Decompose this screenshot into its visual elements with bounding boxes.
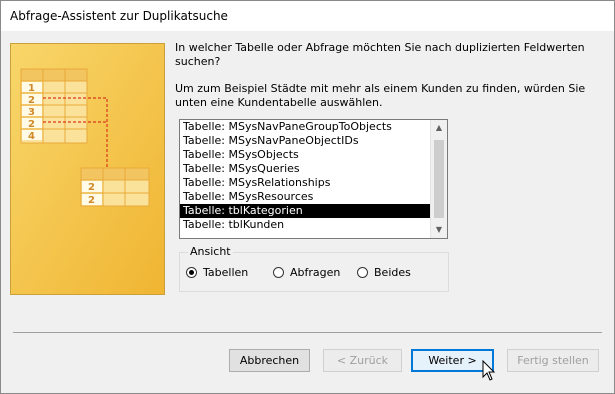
illus-bottom-table: 2 2: [80, 167, 150, 207]
window-title: Abfrage-Assistent zur Duplikatsuche: [10, 9, 228, 23]
illus-top-row-2: 2: [28, 95, 35, 106]
table-list-items: Tabelle: MSysNavPaneGroupToObjects Tabel…: [180, 120, 430, 232]
radio-tabellen[interactable]: Tabellen: [186, 266, 248, 279]
back-button[interactable]: < Zurück: [323, 349, 402, 372]
illus-top-row-5: 4: [28, 131, 35, 142]
wizard-window: Abfrage-Assistent zur Duplikatsuche 1 2 …: [0, 0, 615, 394]
illus-top-row-3: 3: [28, 107, 35, 118]
list-item[interactable]: Tabelle: MSysRelationships: [180, 176, 430, 190]
example-text: Um zum Beispiel Städte mit mehr als eine…: [175, 82, 586, 109]
radio-abfragen-label: Abfragen: [290, 266, 341, 279]
list-item[interactable]: Tabelle: MSysNavPaneGroupToObjects: [180, 120, 430, 134]
wizard-illustration: 1 2 3 2 4 2 2: [10, 43, 165, 295]
illus-bottom-row-1: 2: [88, 182, 95, 193]
scroll-down-icon[interactable]: ▼: [431, 222, 447, 238]
radio-unchecked-icon[interactable]: [273, 267, 284, 278]
table-list[interactable]: Tabelle: MSysNavPaneGroupToObjects Tabel…: [179, 119, 448, 239]
illus-bottom-row-2: 2: [88, 195, 95, 206]
illus-top-row-1: 1: [28, 83, 35, 94]
finish-button[interactable]: Fertig stellen: [507, 349, 599, 372]
scroll-up-icon[interactable]: ▲: [431, 120, 447, 136]
list-item-selected[interactable]: Tabelle: tblKategorien: [180, 204, 430, 218]
separator: [13, 332, 602, 333]
illus-top-row-4: 2: [28, 119, 35, 130]
question-text: In welcher Tabelle oder Abfrage möchten …: [175, 41, 585, 68]
scroll-thumb[interactable]: [434, 140, 444, 218]
radio-tabellen-label: Tabellen: [203, 266, 249, 279]
radio-beides[interactable]: Beides: [357, 266, 411, 279]
list-item[interactable]: Tabelle: MSysResources: [180, 190, 430, 204]
list-item[interactable]: Tabelle: tblKunden: [180, 218, 430, 232]
list-scrollbar[interactable]: ▲ ▼: [430, 120, 447, 238]
radio-unchecked-icon[interactable]: [357, 267, 368, 278]
list-item[interactable]: Tabelle: MSysQueries: [180, 162, 430, 176]
illus-top-table: 1 2 3 2 4: [20, 68, 88, 144]
mouse-cursor-icon: [482, 360, 496, 381]
list-item[interactable]: Tabelle: MSysNavPaneObjectIDs: [180, 134, 430, 148]
radio-beides-label: Beides: [374, 266, 411, 279]
radio-checked-icon[interactable]: [186, 267, 197, 278]
cancel-button[interactable]: Abbrechen: [229, 349, 310, 372]
list-item[interactable]: Tabelle: MSysObjects: [180, 148, 430, 162]
view-group-legend: Ansicht: [188, 245, 233, 258]
title-bar: Abfrage-Assistent zur Duplikatsuche: [1, 1, 614, 31]
radio-abfragen[interactable]: Abfragen: [273, 266, 340, 279]
